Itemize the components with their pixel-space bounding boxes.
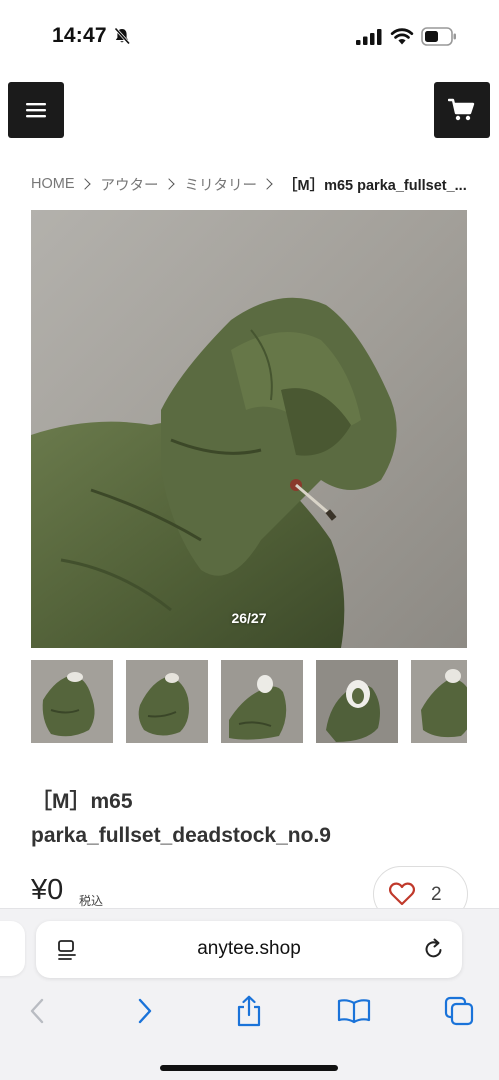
status-bar: 14:47: [0, 0, 499, 70]
home-indicator[interactable]: [160, 1065, 338, 1071]
parka-photo: [31, 210, 467, 648]
thumbnail-item[interactable]: [126, 660, 208, 743]
image-counter: 26/27: [231, 610, 267, 626]
thumbnail-image: [31, 660, 113, 743]
url-text[interactable]: anytee.shop: [36, 938, 462, 960]
breadcrumb-chevron-icon: [162, 178, 175, 190]
thumbnail-image: [126, 660, 208, 743]
battery-icon: [421, 27, 456, 46]
status-time: 14:47: [52, 24, 107, 47]
product-price: ¥0: [31, 874, 64, 906]
breadcrumb-outer[interactable]: アウター: [101, 174, 159, 195]
product-title-line2: parka_fullset_deadstock_no.9: [31, 824, 331, 847]
bookmarks-icon: [337, 999, 371, 1024]
thumbnail-item[interactable]: [316, 660, 398, 743]
cart-button[interactable]: [434, 82, 490, 138]
thumbnail-strip: [31, 660, 467, 744]
thumbnail-image: [221, 660, 303, 743]
address-bar[interactable]: anytee.shop: [36, 921, 462, 978]
tabs-icon: [444, 996, 474, 1026]
forward-icon: [138, 998, 152, 1024]
breadcrumb-military[interactable]: ミリタリー: [185, 174, 258, 195]
breadcrumb: HOME アウター ミリタリー ［M］m65 parka_fullset_...: [31, 173, 471, 195]
breadcrumb-current: ［M］m65 parka_fullset_...: [283, 177, 467, 194]
menu-button[interactable]: [8, 82, 64, 138]
share-icon: [237, 995, 261, 1027]
heart-icon: [389, 882, 415, 906]
browser-toolbar: anytee.shop: [0, 908, 499, 1080]
breadcrumb-chevron-icon: [78, 178, 91, 190]
reload-icon[interactable]: [423, 938, 445, 960]
product-title: ［M］m65 parka_fullset_deadstock_no.9: [31, 785, 451, 853]
thumbnail-item[interactable]: [221, 660, 303, 743]
back-icon: [30, 998, 44, 1024]
breadcrumb-home[interactable]: HOME: [31, 176, 75, 192]
bell-slash-icon: [114, 27, 131, 45]
share-button[interactable]: [231, 993, 267, 1029]
hamburger-icon: [26, 103, 46, 118]
previous-tab-preview[interactable]: [0, 921, 25, 976]
favorite-count: 2: [431, 884, 442, 905]
thumbnail-item[interactable]: [31, 660, 113, 743]
back-button[interactable]: [19, 993, 55, 1029]
signal-icon: [356, 29, 382, 45]
product-main-image[interactable]: 26/27: [31, 210, 467, 648]
bookmarks-button[interactable]: [336, 993, 372, 1029]
wifi-icon: [390, 28, 414, 45]
cart-icon: [448, 98, 475, 121]
forward-button[interactable]: [127, 993, 163, 1029]
tax-label: 税込: [79, 894, 104, 908]
thumbnail-image: [316, 660, 398, 743]
product-title-line1: ［M］m65: [31, 790, 133, 813]
breadcrumb-chevron-icon: [261, 178, 273, 190]
tabs-button[interactable]: [441, 993, 477, 1029]
thumbnail-image: [411, 660, 467, 743]
thumbnail-item[interactable]: [411, 660, 467, 743]
